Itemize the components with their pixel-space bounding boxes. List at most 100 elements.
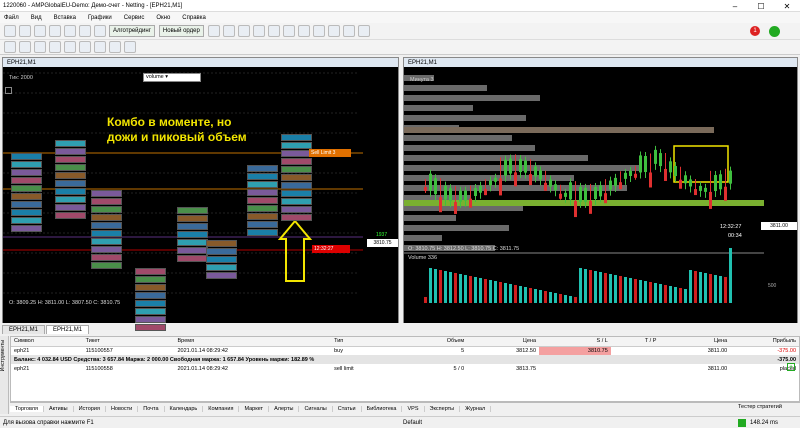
tile-windows-icon[interactable]: [282, 25, 295, 37]
periods-icon[interactable]: [342, 25, 355, 37]
column-header[interactable]: Символ: [11, 337, 83, 347]
chart-tab-2[interactable]: EPH21,M1: [46, 325, 90, 334]
volume-bar: [599, 272, 602, 303]
terminal-tab[interactable]: Журнал: [460, 405, 492, 412]
zoom-in-icon[interactable]: [252, 25, 265, 37]
left-chart-window[interactable]: EPH21,M1 Тик: 2000 volume ▾ Комбо в моме…: [2, 57, 399, 331]
left-chart-area[interactable]: Тик: 2000 volume ▾ Комбо в моменте, но д…: [3, 67, 398, 331]
notification-badge-icon[interactable]: 1: [750, 26, 760, 36]
maximize-icon[interactable]: ☐: [748, 0, 774, 12]
column-header[interactable]: Цена: [659, 337, 731, 347]
strategy-tester-tab[interactable]: Тестер стратегий: [738, 404, 782, 410]
volume-bar: [429, 268, 432, 303]
terminal-tab[interactable]: Активы: [44, 405, 74, 412]
terminal-tab[interactable]: Сигналы: [299, 405, 333, 412]
right-chart-window[interactable]: EPH21,M1 Минута 3 O: 3810.75 H: 3812.50 …: [403, 57, 798, 323]
left-chart-canvas[interactable]: [3, 67, 398, 323]
volume-select[interactable]: volume ▾: [143, 73, 201, 82]
volume-bar: [559, 294, 562, 303]
terminal-tab[interactable]: VPS: [402, 405, 425, 412]
terminal-tab[interactable]: История: [74, 405, 106, 412]
column-header[interactable]: Тип: [331, 337, 402, 347]
column-header[interactable]: Прибыль: [730, 337, 799, 347]
volume-bar: [489, 280, 492, 303]
terminal-tab[interactable]: Маркет: [239, 405, 270, 412]
terminal-tab[interactable]: Компания: [203, 405, 240, 412]
navigator-icon[interactable]: [64, 25, 76, 37]
column-header[interactable]: Время: [174, 337, 332, 347]
crosshair-icon[interactable]: [19, 41, 31, 53]
column-header[interactable]: Цена: [467, 337, 540, 347]
volume-profile-bar: [404, 95, 540, 101]
footprint-cell: [281, 206, 312, 213]
templates-icon[interactable]: [357, 25, 370, 37]
shapes-icon[interactable]: [124, 41, 136, 53]
market-watch-icon[interactable]: [34, 25, 46, 37]
column-header[interactable]: Тикет: [82, 337, 175, 347]
menu-bar: Файл Вид Вставка Графики Сервис Окно Спр…: [0, 12, 800, 23]
terminal-tab[interactable]: Библиотека: [362, 405, 403, 412]
menu-charts[interactable]: Графики: [88, 15, 112, 21]
new-order-button[interactable]: Новый ордер: [158, 25, 204, 37]
terminal-tab[interactable]: Почта: [138, 405, 165, 412]
new-chart-icon[interactable]: [4, 25, 16, 37]
footprint-cell: [11, 169, 42, 176]
channel-icon[interactable]: [79, 41, 91, 53]
right-chart-canvas[interactable]: [404, 67, 797, 323]
toolbox-side[interactable]: Инструменты: [0, 336, 9, 414]
right-chart-area[interactable]: Минута 3 O: 3810.75 H: 3812.50 L: 3810.7…: [404, 67, 797, 323]
chart-tab-1[interactable]: EPH21,M1: [2, 325, 46, 334]
menu-window[interactable]: Окно: [156, 15, 170, 21]
terminal-tab[interactable]: Календарь: [165, 405, 204, 412]
chart-shift-icon[interactable]: [312, 25, 325, 37]
data-window-icon[interactable]: [49, 25, 61, 37]
volume-profile-bar: [404, 225, 509, 231]
column-header[interactable]: T / P: [610, 337, 660, 347]
cursor-icon[interactable]: [4, 41, 16, 53]
sell-limit-label: Sell Limit 3: [311, 150, 336, 156]
indicator-toggle[interactable]: [5, 87, 12, 94]
minimize-icon[interactable]: –: [722, 0, 748, 12]
strategy-tester-icon[interactable]: [94, 25, 106, 37]
terminal-icon[interactable]: [79, 25, 91, 37]
terminal-tab[interactable]: Торговля: [10, 405, 44, 412]
close-icon[interactable]: ✕: [774, 0, 800, 12]
table-row[interactable]: eph21 115100558 2021.01.14 08:29:42 sell li…: [11, 364, 799, 373]
candlestick-icon[interactable]: [222, 25, 235, 37]
horizontal-line-icon[interactable]: [49, 41, 61, 53]
column-header[interactable]: Объем: [401, 337, 468, 347]
terminal-tab[interactable]: Эксперты: [425, 405, 461, 412]
profiles-icon[interactable]: [19, 25, 31, 37]
table-row[interactable]: eph21 115100557 2021.01.14 08:29:42 buy 5 381…: [11, 346, 799, 355]
add-order-icon[interactable]: +: [787, 363, 795, 371]
menu-view[interactable]: Вид: [31, 15, 42, 21]
footprint-cell: [91, 262, 122, 269]
indicators-icon[interactable]: [327, 25, 340, 37]
volume-bar: [439, 270, 442, 303]
algo-trading-button[interactable]: Алготрейдинг: [109, 25, 155, 37]
menu-file[interactable]: Файл: [4, 15, 19, 21]
zoom-out-icon[interactable]: [267, 25, 280, 37]
vertical-line-icon[interactable]: [34, 41, 46, 53]
line-chart-icon[interactable]: [237, 25, 250, 37]
sell-limit-tag[interactable]: Sell Limit 3: [309, 149, 351, 157]
footprint-cell: [177, 215, 208, 222]
volume-bar: [594, 271, 597, 303]
terminal-tab[interactable]: Алерты: [269, 405, 300, 412]
column-header[interactable]: S / L: [539, 337, 611, 347]
terminal-tab[interactable]: Новости: [106, 405, 139, 412]
trendline-icon[interactable]: [64, 41, 76, 53]
scroll-end-icon[interactable]: [297, 25, 310, 37]
text-tool-icon[interactable]: [109, 41, 121, 53]
menu-help[interactable]: Справка: [182, 15, 206, 21]
window-title: 1220060 - AMPGlobalEU-Demo: Демо-счет - …: [3, 2, 183, 9]
account-icon[interactable]: [769, 26, 780, 37]
menu-insert[interactable]: Вставка: [54, 15, 76, 21]
footprint-cell: [247, 197, 278, 204]
footprint-cell: [91, 198, 122, 205]
fibonacci-icon[interactable]: [94, 41, 106, 53]
bar-chart-icon[interactable]: [207, 25, 220, 37]
terminal-tab[interactable]: Статьи: [333, 405, 362, 412]
table-cell: eph21: [14, 347, 30, 354]
menu-tools[interactable]: Сервис: [124, 15, 145, 21]
